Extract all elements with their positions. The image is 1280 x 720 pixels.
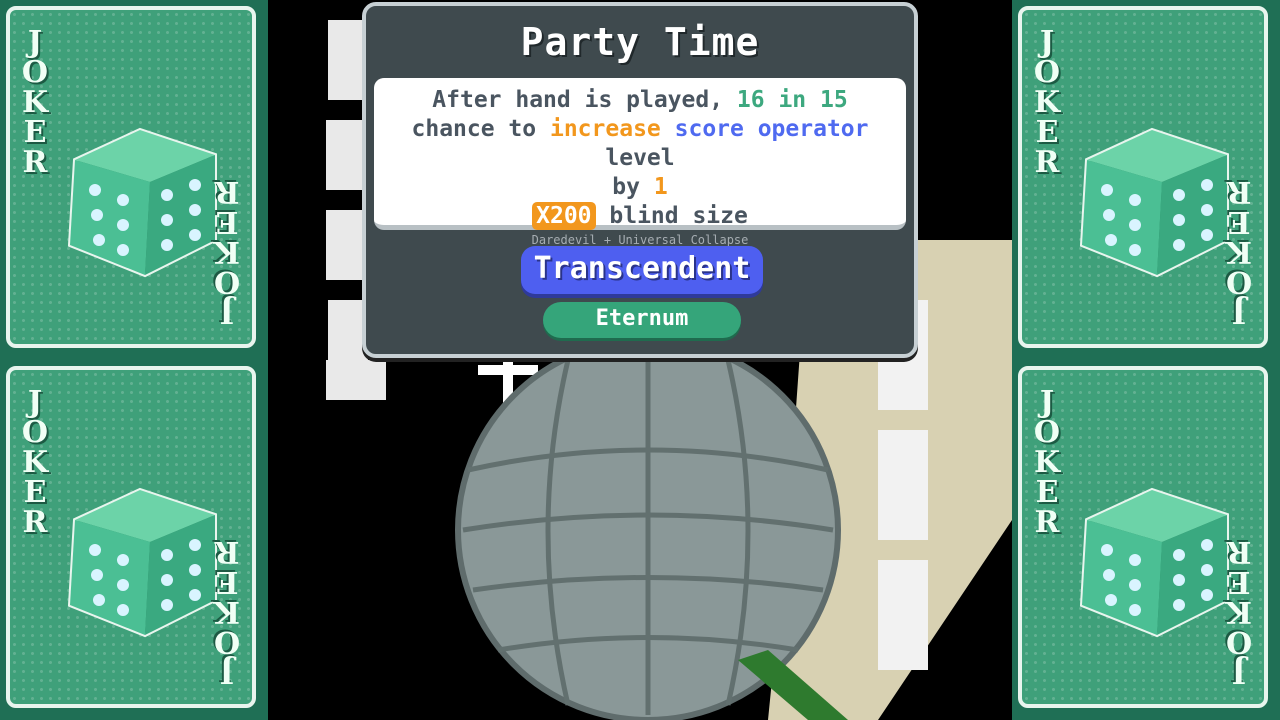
edition-badge: Eternum: [543, 302, 741, 338]
dice-icon: [67, 487, 217, 638]
odds-value: 16 in 15: [736, 87, 848, 113]
score-operator-keyword: score operator: [674, 116, 869, 142]
joker-card[interactable]: JOKER JOKER: [6, 6, 256, 348]
desc-space: [661, 116, 675, 142]
desc-text: chance to: [411, 116, 550, 142]
desc-line-2: chance to increase score operator level: [374, 115, 906, 173]
desc-line-4: X200 blind size: [374, 202, 906, 231]
dice-icon: [1079, 487, 1229, 638]
dice-icon: [1079, 127, 1229, 278]
desc-line-1: After hand is played, 16 in 15: [374, 86, 906, 115]
desc-text: After hand is played,: [432, 87, 737, 113]
card-label: JOKER: [1033, 385, 1061, 540]
joker-card[interactable]: JOKER JOKER: [1018, 6, 1268, 348]
left-card-strip: JOKER JOKER JOKER JOKER: [0, 0, 268, 720]
joker-card[interactable]: JOKER JOKER: [6, 366, 256, 708]
joker-card[interactable]: JOKER JOKER: [1018, 366, 1268, 708]
joker-tooltip: Party Time After hand is played, 16 in 1…: [362, 2, 918, 358]
source-jokers: Daredevil + Universal Collapse: [531, 233, 749, 247]
rarity-badge: Transcendent: [521, 246, 763, 294]
desc-text: by: [612, 174, 654, 200]
dice-icon: [67, 127, 217, 278]
desc-line-3: by 1: [374, 173, 906, 202]
card-label: JOKER: [21, 25, 49, 180]
card-label-inverted: JOKER: [213, 534, 241, 689]
joker-title: Party Time: [520, 20, 760, 64]
card-label-inverted: JOKER: [213, 174, 241, 329]
card-label: JOKER: [1033, 25, 1061, 180]
increase-keyword: increase: [549, 116, 661, 142]
card-label-inverted: JOKER: [1225, 534, 1253, 689]
card-label: JOKER: [21, 385, 49, 540]
desc-text: level: [605, 145, 675, 171]
blind-multiplier-badge: X200: [532, 202, 596, 230]
level-value: 1: [653, 174, 668, 200]
desc-text: blind size: [595, 203, 748, 229]
right-card-strip: JOKER JOKER JOKER JOKER: [1012, 0, 1280, 720]
joker-description: After hand is played, 16 in 15 chance to…: [374, 78, 906, 247]
card-label-inverted: JOKER: [1225, 174, 1253, 329]
